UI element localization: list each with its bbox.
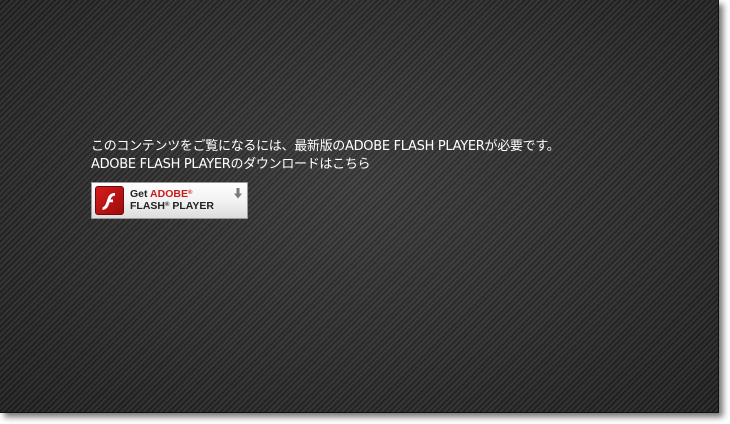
badge-brand-registered: ® <box>187 190 193 196</box>
get-flash-player-button[interactable]: Get ADOBE® FLASH® PLAYER <box>91 182 248 219</box>
badge-get-text: Get <box>130 188 148 200</box>
content-panel: このコンテンツをご覧になるには、最新版のADOBE FLASH PLAYERが必… <box>0 0 719 413</box>
badge-product-text: FLASH <box>130 200 165 212</box>
download-arrow-icon <box>233 185 243 199</box>
flash-player-icon <box>95 186 124 215</box>
badge-brand-text: ADOBE <box>150 188 188 200</box>
message-line-1: このコンテンツをご覧になるには、最新版のADOBE FLASH PLAYERが必… <box>91 139 560 154</box>
flash-required-message: このコンテンツをご覧になるには、最新版のADOBE FLASH PLAYERが必… <box>91 138 560 174</box>
message-line-2: ADOBE FLASH PLAYERのダウンロードはこちら <box>91 157 371 172</box>
badge-product-suffix: PLAYER <box>172 200 214 212</box>
badge-product-registered: ® <box>165 202 170 208</box>
badge-label: Get ADOBE® FLASH® PLAYER <box>130 188 214 212</box>
